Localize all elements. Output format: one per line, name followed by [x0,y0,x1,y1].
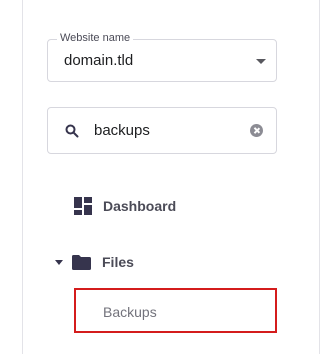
dashboard-icon [74,197,92,215]
website-select[interactable]: Website name domain.tld [47,32,277,82]
sidebar-item-backups[interactable]: Backups [74,288,277,333]
folder-icon [72,254,91,270]
sidebar-item-label: Dashboard [103,198,177,214]
caret-down-icon[interactable] [55,259,63,265]
sidebar-item-files[interactable]: Files [55,254,134,270]
chevron-down-icon[interactable] [256,59,266,64]
search-icon [65,124,79,138]
website-select-value: domain.tld [64,52,134,69]
website-select-label: Website name [57,32,134,44]
search-input[interactable]: backups [47,107,277,154]
sidebar-item-label: Backups [103,304,157,320]
clear-icon[interactable] [250,124,263,137]
sidebar-item-dashboard[interactable]: Dashboard [74,197,176,215]
sidebar-item-label: Files [102,254,134,270]
search-input-value: backups [94,122,150,139]
